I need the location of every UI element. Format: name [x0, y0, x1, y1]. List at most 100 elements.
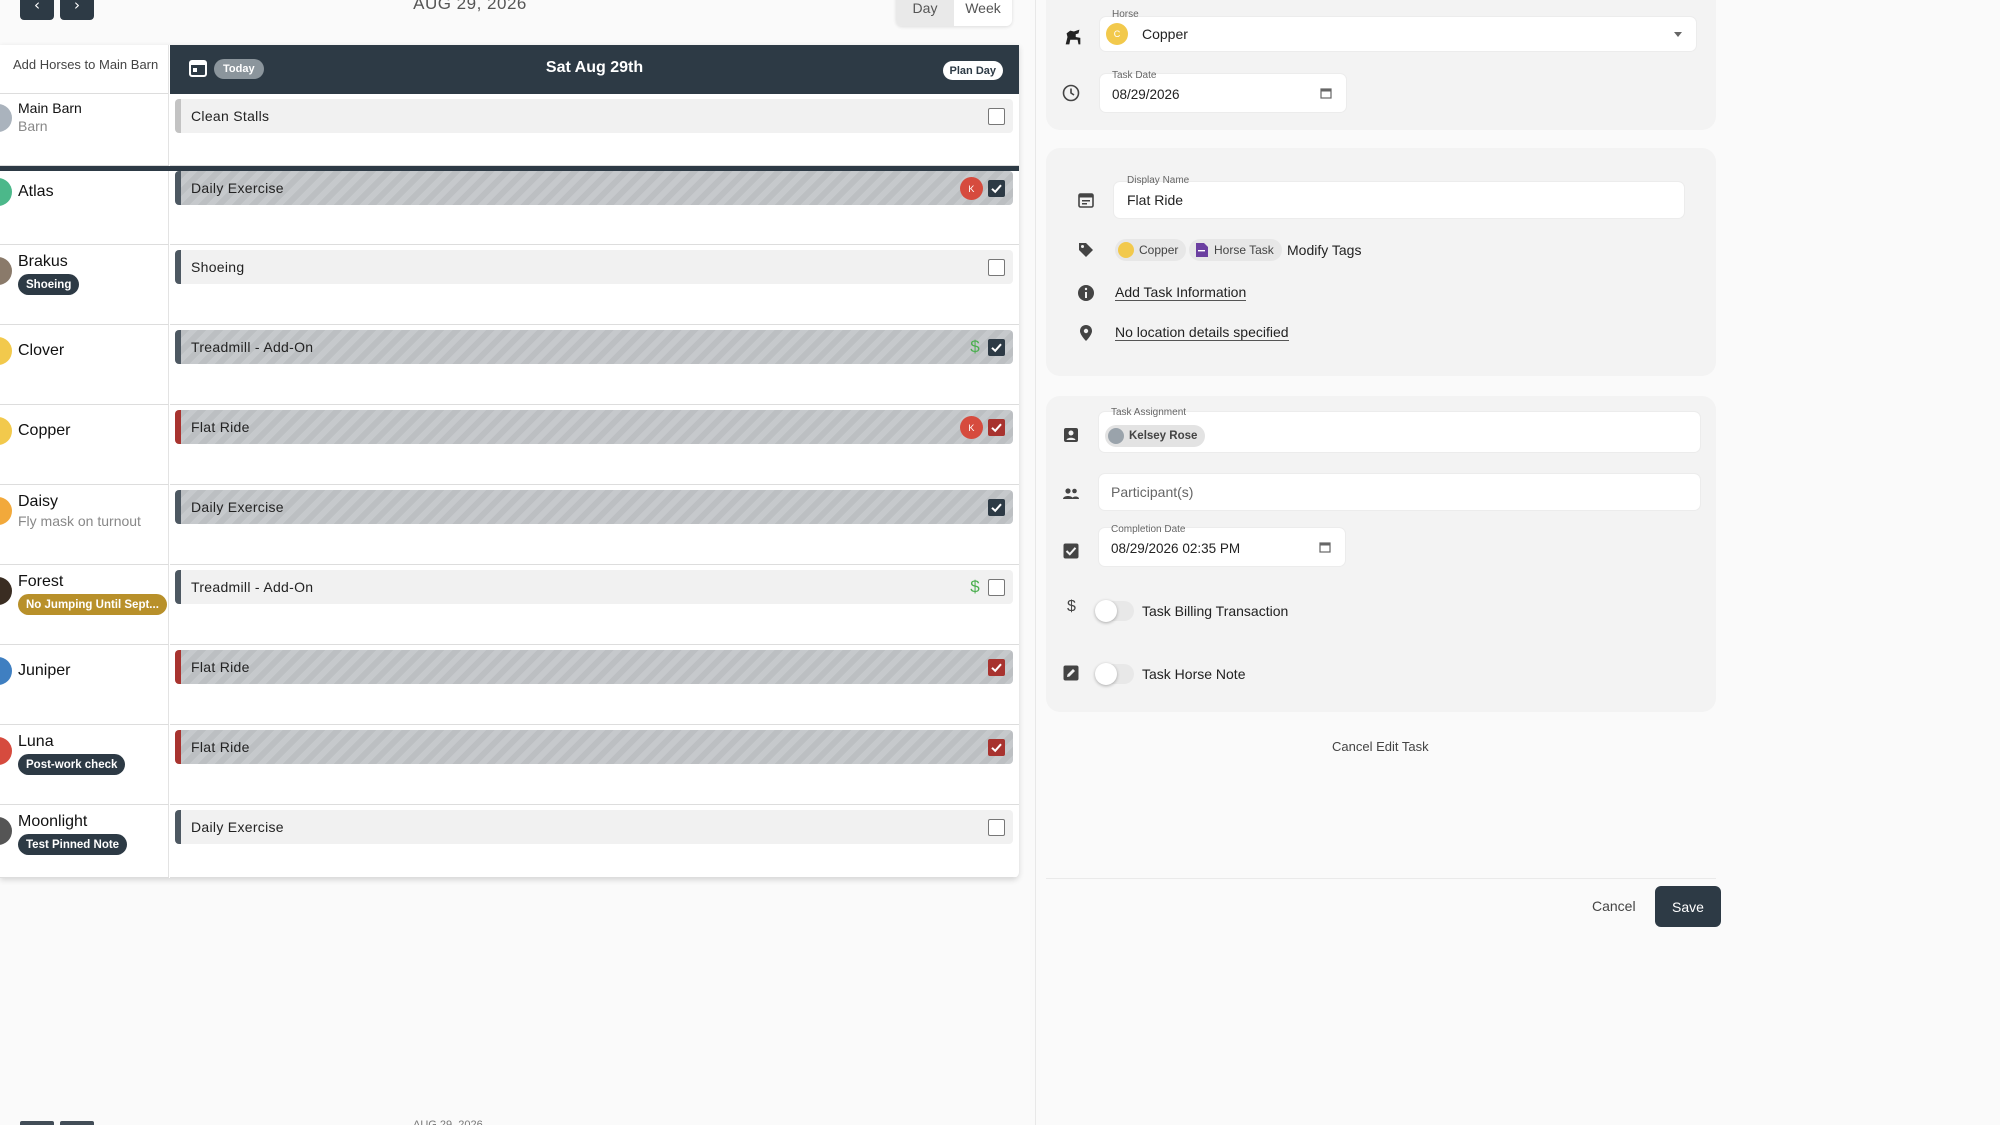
horse-select[interactable]: Horse C Copper: [1100, 9, 1696, 51]
task-card[interactable]: Treadmill - Add-On $: [175, 330, 1013, 364]
location-pin-icon: [1080, 325, 1092, 341]
billing-toggle[interactable]: [1095, 600, 1134, 622]
horse-avatar: [0, 257, 12, 285]
task-complete-checkbox[interactable]: [988, 819, 1005, 836]
user-avatar-icon: [1108, 428, 1124, 444]
horse-pinned-badge[interactable]: Post-work check: [18, 754, 126, 775]
tag-icon: [1079, 243, 1093, 257]
task-label: Daily Exercise: [191, 499, 284, 515]
horse-note: Barn: [18, 118, 48, 134]
task-assignment-label: Task Assignment: [1111, 407, 1187, 418]
horse-row-brakus[interactable]: Brakus Shoeing: [0, 245, 169, 325]
task-date-input[interactable]: Task Date 08/29/2026: [1100, 70, 1346, 112]
day-title: Sat Aug 29th: [545, 59, 644, 76]
day-header: Today Sat Aug 29th Plan Day: [170, 45, 1019, 94]
horse-name: Luna: [18, 733, 54, 750]
tag-label: Copper: [1139, 243, 1179, 257]
billing-dollar-icon: $: [970, 577, 980, 596]
assignee-name: Kelsey Rose: [1129, 430, 1198, 442]
calendar-icon[interactable]: [1320, 87, 1332, 99]
task-complete-checkbox[interactable]: [988, 108, 1005, 125]
assignee-avatar: K: [960, 416, 983, 439]
add-horses-link[interactable]: Add Horses to Main Barn: [0, 45, 168, 94]
task-label: Flat Ride: [191, 739, 250, 755]
horse-row-forest[interactable]: Forest No Jumping Until Sept...: [0, 565, 169, 645]
task-complete-checkbox[interactable]: [988, 739, 1005, 756]
horse-row-main-barn[interactable]: Main Barn Barn: [0, 94, 169, 166]
horse-avatar: [0, 497, 12, 525]
task-card[interactable]: Daily Exercise: [175, 810, 1013, 844]
task-complete-checkbox[interactable]: [988, 579, 1005, 596]
task-label: Daily Exercise: [191, 819, 284, 835]
horse-row-luna[interactable]: Luna Post-work check: [0, 725, 169, 805]
task-cell-forest: Treadmill - Add-On $: [170, 565, 1019, 645]
horse-row-copper[interactable]: Copper: [0, 405, 169, 485]
horse-pinned-badge[interactable]: Test Pinned Note: [18, 834, 128, 855]
task-card[interactable]: Clean Stalls: [175, 99, 1013, 133]
cancel-edit-task-button[interactable]: Cancel Edit Task: [1332, 739, 1429, 754]
day-view-button[interactable]: Day: [896, 0, 954, 26]
horse-name: Juniper: [18, 662, 71, 679]
calendar-icon[interactable]: [1319, 541, 1331, 553]
horse-avatar: [0, 417, 12, 445]
horse-icon: [1065, 29, 1081, 45]
task-card[interactable]: Shoeing: [175, 250, 1013, 284]
assignee-chip[interactable]: Kelsey Rose: [1105, 425, 1206, 447]
next-day-button[interactable]: ›: [60, 0, 94, 20]
horse-row-daisy[interactable]: Daisy Fly mask on turnout: [0, 485, 169, 565]
horse-pinned-badge[interactable]: Shoeing: [18, 274, 80, 295]
horse-row-moonlight[interactable]: Moonlight Test Pinned Note: [0, 805, 169, 878]
horse-date-card: Horse C Copper Task Date 08/29/2026: [1046, 0, 1716, 130]
horse-row-atlas[interactable]: Atlas: [0, 166, 169, 245]
task-card[interactable]: Flat Ride: [175, 730, 1013, 764]
week-view-button[interactable]: Week: [954, 0, 1012, 26]
modify-tags-button[interactable]: Modify Tags: [1287, 242, 1361, 258]
task-complete-checkbox[interactable]: [988, 259, 1005, 276]
cancel-button[interactable]: Cancel: [1592, 898, 1636, 914]
horse-avatar: [0, 737, 12, 765]
task-complete-checkbox[interactable]: [988, 180, 1005, 197]
task-card[interactable]: Flat Ride: [175, 650, 1013, 684]
participants-input[interactable]: Participant(s): [1099, 474, 1700, 510]
display-name-input[interactable]: Display Name Flat Ride: [1114, 175, 1684, 218]
tag-chip-copper[interactable]: Copper: [1115, 239, 1187, 261]
task-label: Flat Ride: [191, 659, 250, 675]
location-link[interactable]: No location details specified: [1115, 324, 1289, 341]
task-card[interactable]: Flat Ride K: [175, 410, 1013, 444]
completion-date-input[interactable]: Completion Date 08/29/2026 02:35 PM: [1099, 524, 1345, 566]
add-task-info-link[interactable]: Add Task Information: [1115, 284, 1247, 301]
footer-divider: [1046, 878, 1716, 879]
task-card[interactable]: Daily Exercise K: [175, 171, 1013, 205]
horse-note-toggle[interactable]: [1095, 663, 1134, 685]
prev-day-button[interactable]: ‹: [20, 0, 54, 20]
task-cell-clover: Treadmill - Add-On $: [170, 325, 1019, 405]
task-date-value: 08/29/2026: [1112, 87, 1180, 102]
horse-row-clover[interactable]: Clover: [0, 325, 169, 405]
task-details-card: Display Name Flat Ride Copper Horse Task…: [1046, 148, 1716, 376]
task-label: Clean Stalls: [191, 108, 270, 124]
task-card[interactable]: Treadmill - Add-On $: [175, 570, 1013, 604]
task-card[interactable]: Daily Exercise: [175, 490, 1013, 524]
plan-day-button[interactable]: Plan Day: [942, 61, 1003, 80]
completion-date-label: Completion Date: [1111, 524, 1186, 535]
save-button[interactable]: Save: [1655, 886, 1721, 927]
task-label: Treadmill - Add-On: [191, 339, 314, 355]
task-complete-checkbox[interactable]: [988, 419, 1005, 436]
horse-pinned-badge[interactable]: No Jumping Until Sept...: [18, 594, 167, 615]
task-label: Shoeing: [191, 259, 245, 275]
horse-avatar: [0, 337, 12, 365]
horse-name: Moonlight: [18, 813, 88, 830]
horse-avatar: [0, 104, 12, 132]
horse-avatar: [0, 178, 12, 206]
display-name-value: Flat Ride: [1127, 192, 1184, 208]
tag-chip-horse-task[interactable]: Horse Task: [1189, 239, 1282, 261]
task-complete-checkbox[interactable]: [988, 659, 1005, 676]
horse-row-juniper[interactable]: Juniper: [0, 645, 169, 725]
assignment-icon: [1064, 428, 1078, 442]
task-cell-luna: Flat Ride: [170, 725, 1019, 805]
task-label: Daily Exercise: [191, 180, 284, 196]
task-complete-checkbox[interactable]: [988, 499, 1005, 516]
participants-placeholder: Participant(s): [1111, 484, 1194, 500]
task-complete-checkbox[interactable]: [988, 339, 1005, 356]
task-assignment-input[interactable]: Task Assignment Kelsey Rose: [1099, 407, 1700, 452]
